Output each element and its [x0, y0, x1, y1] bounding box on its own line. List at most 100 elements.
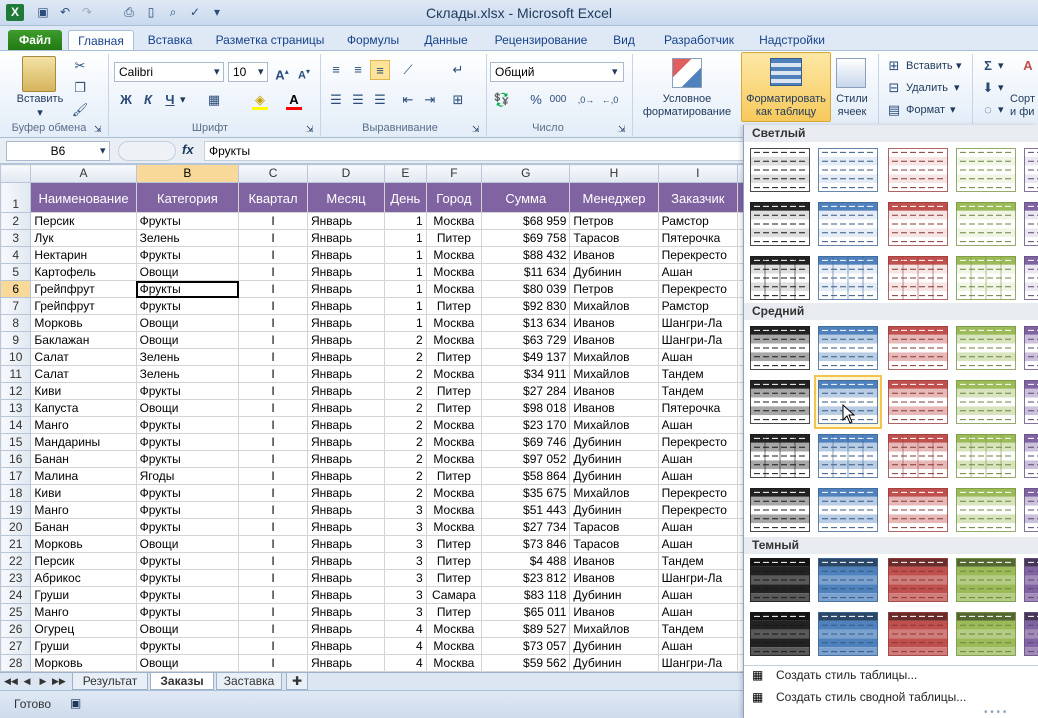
- row-header[interactable]: 13: [0, 399, 32, 417]
- table-style-swatch[interactable]: [954, 253, 1018, 303]
- table-cell[interactable]: Баклажан: [30, 331, 137, 349]
- table-cell[interactable]: Овощи: [135, 399, 240, 417]
- name-box-dropdown-icon[interactable]: ▾: [100, 144, 106, 158]
- table-cell[interactable]: Михайлов: [569, 365, 659, 383]
- table-cell[interactable]: Январь: [306, 348, 386, 366]
- insert-function-button[interactable]: fx: [182, 143, 194, 157]
- table-cell[interactable]: Январь: [306, 433, 386, 451]
- table-cell[interactable]: Дубинин: [569, 433, 659, 451]
- row-header[interactable]: 2: [0, 212, 32, 230]
- row-header[interactable]: 5: [0, 263, 32, 281]
- table-style-swatch[interactable]: [748, 253, 812, 303]
- table-header-cell[interactable]: Заказчик: [657, 182, 739, 213]
- table-cell[interactable]: Манго: [30, 603, 137, 621]
- table-cell[interactable]: Фрукты: [135, 450, 240, 468]
- table-cell[interactable]: Москва: [425, 416, 483, 434]
- table-header-cell[interactable]: Месяц: [306, 182, 386, 213]
- table-cell[interactable]: 3: [384, 501, 427, 519]
- table-style-swatch[interactable]: [816, 609, 880, 659]
- table-cell[interactable]: Фрукты: [135, 603, 240, 621]
- table-style-swatch[interactable]: [1022, 199, 1038, 249]
- table-cell[interactable]: Москва: [425, 484, 483, 502]
- table-cell[interactable]: I: [238, 501, 308, 519]
- table-cell[interactable]: Питер: [425, 348, 483, 366]
- table-style-swatch[interactable]: [816, 145, 880, 195]
- table-cell[interactable]: Манго: [30, 416, 137, 434]
- prev-sheet-icon[interactable]: ◀: [22, 673, 32, 690]
- table-cell[interactable]: Перекресто: [657, 433, 739, 451]
- table-cell[interactable]: I: [238, 229, 308, 247]
- format-cells-icon[interactable]: ▤: [884, 100, 904, 120]
- table-cell[interactable]: 2: [384, 365, 427, 383]
- tab-review[interactable]: Рецензирование: [486, 30, 596, 50]
- table-cell[interactable]: $63 729: [481, 331, 571, 349]
- table-cell[interactable]: Питер: [425, 603, 483, 621]
- table-cell[interactable]: Иванов: [569, 603, 659, 621]
- table-cell[interactable]: Январь: [306, 280, 386, 298]
- table-cell[interactable]: Москва: [425, 212, 483, 230]
- table-cell[interactable]: Морковь: [30, 535, 137, 553]
- table-cell[interactable]: I: [238, 535, 308, 553]
- delete-cells-dropdown-icon[interactable]: ▾: [954, 81, 960, 95]
- table-cell[interactable]: $68 959: [481, 212, 571, 230]
- table-style-swatch[interactable]: [886, 145, 950, 195]
- table-cell[interactable]: Михайлов: [569, 348, 659, 366]
- table-style-swatch[interactable]: [748, 485, 812, 535]
- table-style-swatch[interactable]: [1022, 323, 1038, 373]
- merge-cells-icon[interactable]: ⊞: [448, 90, 468, 110]
- decrease-indent-icon[interactable]: ⇤: [398, 90, 418, 110]
- table-cell[interactable]: I: [238, 365, 308, 383]
- table-cell[interactable]: Ашан: [657, 450, 739, 468]
- table-style-swatch[interactable]: [954, 323, 1018, 373]
- table-cell[interactable]: Москва: [425, 246, 483, 264]
- table-cell[interactable]: Овощи: [135, 263, 240, 281]
- sort-filter-button[interactable]: Сорт: [1010, 92, 1035, 106]
- table-cell[interactable]: Январь: [306, 620, 386, 638]
- table-cell[interactable]: $73 057: [481, 637, 571, 655]
- table-cell[interactable]: $23 812: [481, 569, 571, 587]
- table-cell[interactable]: Банан: [30, 518, 137, 536]
- table-style-swatch[interactable]: [1022, 377, 1038, 427]
- tab-file[interactable]: Файл: [8, 30, 62, 50]
- table-cell[interactable]: I: [238, 399, 308, 417]
- table-cell[interactable]: Нектарин: [30, 246, 137, 264]
- fill-dropdown-icon[interactable]: ▾: [998, 81, 1004, 95]
- table-cell[interactable]: Шангри-Ла: [657, 654, 739, 672]
- table-cell[interactable]: Салат: [30, 365, 137, 383]
- table-header-cell[interactable]: Наименование: [30, 182, 137, 213]
- table-cell[interactable]: Салат: [30, 348, 137, 366]
- table-cell[interactable]: 1: [384, 212, 427, 230]
- row-header[interactable]: 8: [0, 314, 32, 332]
- row-header[interactable]: 19: [0, 501, 32, 519]
- table-cell[interactable]: $97 052: [481, 450, 571, 468]
- table-cell[interactable]: $73 846: [481, 535, 571, 553]
- tab-formulas[interactable]: Формулы: [338, 30, 408, 50]
- clear-dropdown-icon[interactable]: ▾: [998, 103, 1004, 117]
- table-header-cell[interactable]: Город: [425, 182, 483, 213]
- table-cell[interactable]: $88 432: [481, 246, 571, 264]
- table-style-swatch[interactable]: [954, 199, 1018, 249]
- table-cell[interactable]: $92 830: [481, 297, 571, 315]
- format-cells-button[interactable]: Формат: [906, 103, 945, 117]
- table-style-swatch[interactable]: [748, 323, 812, 373]
- select-all-corner[interactable]: [0, 164, 32, 183]
- table-cell[interactable]: I: [238, 484, 308, 502]
- table-header-cell[interactable]: Квартал: [238, 182, 308, 213]
- insert-cells-dropdown-icon[interactable]: ▾: [956, 59, 962, 73]
- table-cell[interactable]: Шангри-Ла: [657, 314, 739, 332]
- table-cell[interactable]: 3: [384, 569, 427, 587]
- table-cell[interactable]: Грейпфрут: [30, 280, 137, 298]
- column-header[interactable]: A: [30, 164, 137, 183]
- table-cell[interactable]: Январь: [306, 314, 386, 332]
- formula-input[interactable]: Фрукты: [204, 141, 744, 161]
- new-pivot-style-item[interactable]: Создать стиль сводной таблицы...: [776, 690, 966, 704]
- last-sheet-icon[interactable]: ▶▶: [52, 673, 66, 690]
- cut-icon[interactable]: ✂: [70, 56, 90, 76]
- table-cell[interactable]: Январь: [306, 229, 386, 247]
- row-header[interactable]: 26: [0, 620, 32, 638]
- table-style-swatch[interactable]: [886, 253, 950, 303]
- table-cell[interactable]: Зелень: [135, 348, 240, 366]
- table-cell[interactable]: Москва: [425, 331, 483, 349]
- table-cell[interactable]: 3: [384, 552, 427, 570]
- table-cell[interactable]: Рамстор: [657, 297, 739, 315]
